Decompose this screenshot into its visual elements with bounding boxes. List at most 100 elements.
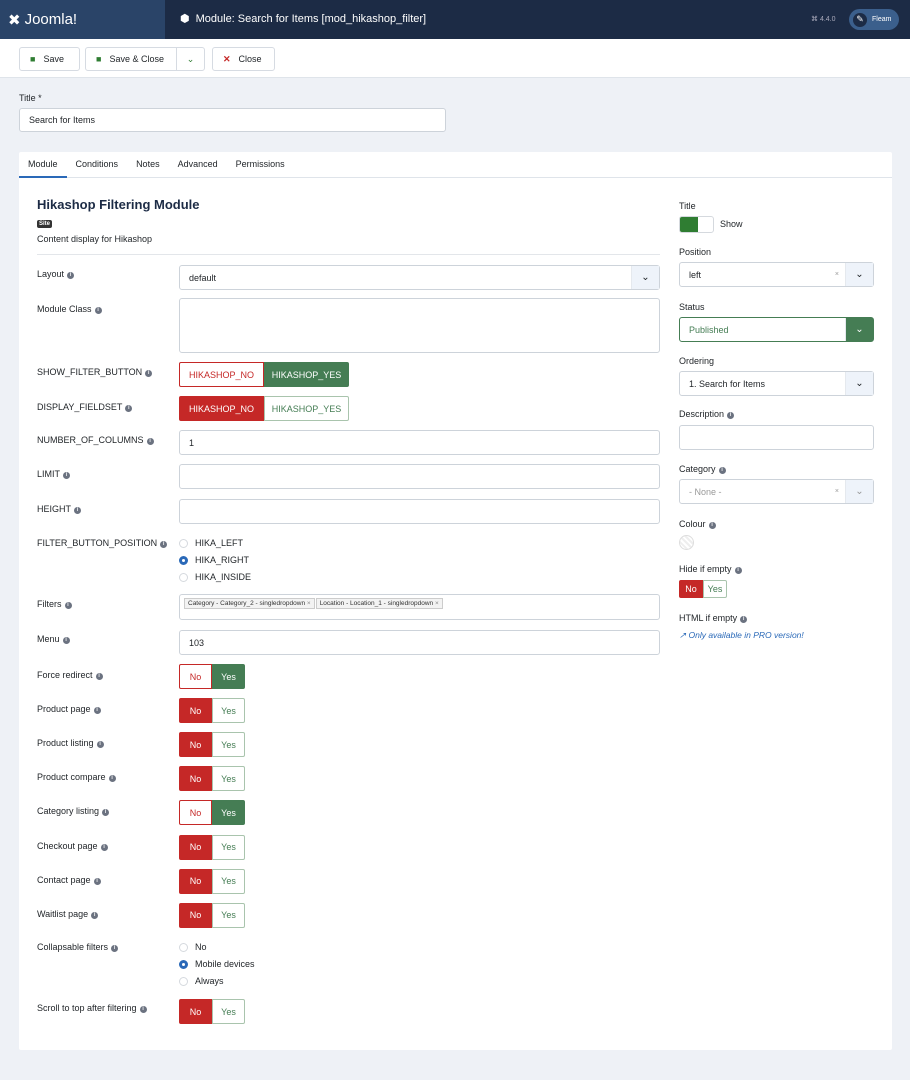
- category-value: - None -: [689, 486, 722, 497]
- height-label-text: HEIGHT: [37, 504, 72, 514]
- ordering-select[interactable]: 1. Search for Items ⌄: [679, 371, 874, 396]
- info-icon[interactable]: i: [63, 472, 71, 479]
- info-icon[interactable]: i: [740, 616, 748, 623]
- joomla-logo[interactable]: ✖ Joomla!: [0, 0, 165, 39]
- info-icon[interactable]: i: [160, 541, 168, 548]
- chevron-down-icon[interactable]: ⌄: [176, 48, 204, 70]
- product-compare-yes-option[interactable]: Yes: [212, 766, 245, 792]
- info-icon[interactable]: i: [91, 911, 99, 919]
- status-select[interactable]: Published ⌄: [679, 317, 874, 342]
- toggle-4-label-text: Category listing: [37, 806, 100, 817]
- collapsable-filters-radio[interactable]: Always: [179, 976, 224, 986]
- filters-multiselect[interactable]: Category - Category_2 - singledropdown ×…: [179, 594, 660, 620]
- info-icon[interactable]: i: [64, 602, 72, 609]
- checkout-page-no-option[interactable]: No: [179, 834, 212, 860]
- clear-icon[interactable]: ×: [835, 488, 839, 495]
- show-filter-button-yes-option[interactable]: HIKASHOP_YES: [264, 362, 349, 387]
- menu-input[interactable]: 103: [179, 630, 660, 655]
- display-fieldset-label-text: DISPLAY_FIELDSET: [37, 402, 123, 412]
- info-icon[interactable]: i: [734, 567, 742, 574]
- category-listing-no-option[interactable]: No: [179, 800, 212, 826]
- filter-button-position-radio[interactable]: HIKA_INSIDE: [179, 572, 251, 582]
- info-icon[interactable]: i: [718, 467, 726, 474]
- position-select[interactable]: left × ⌄: [679, 262, 874, 287]
- info-icon[interactable]: i: [93, 707, 101, 715]
- contact-page-no-option[interactable]: No: [179, 868, 212, 894]
- info-icon[interactable]: i: [708, 522, 716, 529]
- module-class-textarea[interactable]: [179, 298, 660, 353]
- show-title-switch[interactable]: [679, 216, 714, 233]
- force-redirect-no-option[interactable]: No: [179, 664, 212, 689]
- tab-advanced[interactable]: Advanced: [169, 152, 227, 178]
- product-page-yes-option[interactable]: Yes: [212, 698, 245, 724]
- info-icon[interactable]: i: [96, 741, 104, 749]
- save-button[interactable]: ■ Save: [19, 47, 80, 71]
- tab-module[interactable]: Module: [19, 152, 67, 178]
- info-icon[interactable]: i: [94, 307, 102, 314]
- close-button[interactable]: ✕ Close: [212, 47, 275, 71]
- info-icon[interactable]: i: [74, 507, 82, 514]
- tab-permissions[interactable]: Permissions: [227, 152, 294, 178]
- pro-version-link[interactable]: ↗ Only available in PRO version!: [679, 630, 804, 641]
- product-compare-toggle: No Yes: [179, 766, 245, 792]
- remove-icon[interactable]: ×: [435, 600, 439, 607]
- user-menu-button[interactable]: ✎ Fleam: [849, 9, 899, 30]
- hide-if-empty-no-option[interactable]: No: [679, 580, 703, 598]
- product-compare-no-option[interactable]: No: [179, 766, 212, 792]
- info-icon[interactable]: i: [100, 843, 108, 851]
- info-icon[interactable]: i: [93, 877, 101, 885]
- info-icon[interactable]: i: [62, 637, 70, 644]
- contact-page-yes-option[interactable]: Yes: [212, 868, 245, 894]
- limit-input[interactable]: [179, 464, 660, 489]
- info-icon[interactable]: i: [139, 1006, 147, 1013]
- clear-icon[interactable]: ×: [835, 271, 839, 278]
- waitlist-page-yes-option[interactable]: Yes: [212, 902, 245, 928]
- info-icon[interactable]: i: [67, 272, 75, 279]
- checkout-page-yes-option[interactable]: Yes: [212, 834, 245, 860]
- info-icon[interactable]: i: [108, 775, 116, 783]
- chevron-down-icon: ⌄: [845, 263, 873, 286]
- colour-picker[interactable]: [679, 535, 694, 550]
- collapsable-filters-radio[interactable]: Mobile devices: [179, 959, 255, 969]
- filter-button-position-radio[interactable]: HIKA_LEFT: [179, 538, 243, 548]
- info-icon[interactable]: i: [111, 945, 119, 952]
- filter-button-position-label: FILTER_BUTTON_POSITION i: [37, 538, 168, 548]
- info-icon[interactable]: i: [102, 809, 110, 817]
- layout-select[interactable]: default ⌄: [179, 265, 660, 290]
- waitlist-page-no-option[interactable]: No: [179, 902, 212, 928]
- info-icon[interactable]: i: [145, 370, 153, 377]
- tab-conditions[interactable]: Conditions: [67, 152, 128, 178]
- info-icon[interactable]: i: [727, 412, 735, 419]
- waitlist-page-toggle: No Yes: [179, 902, 245, 928]
- category-select[interactable]: - None - × ⌄: [679, 479, 874, 504]
- save-close-button[interactable]: ■ Save & Close ⌄: [85, 47, 205, 71]
- module-class-label-text: Module Class: [37, 304, 92, 314]
- radio-icon: [179, 942, 188, 952]
- force-redirect-yes-option[interactable]: Yes: [212, 664, 245, 689]
- scroll-to-top-no-option[interactable]: No: [179, 999, 212, 1024]
- tab-notes[interactable]: Notes: [127, 152, 169, 178]
- hide-if-empty-yes-option[interactable]: Yes: [703, 580, 727, 598]
- info-icon[interactable]: i: [125, 405, 133, 412]
- remove-icon[interactable]: ×: [307, 600, 311, 607]
- category-listing-yes-option[interactable]: Yes: [212, 800, 245, 826]
- product-listing-no-option[interactable]: No: [179, 732, 212, 758]
- scroll-to-top-yes-option[interactable]: Yes: [212, 999, 245, 1024]
- collapsable-filters-radio[interactable]: No: [179, 942, 207, 952]
- product-listing-yes-option[interactable]: Yes: [212, 732, 245, 758]
- product-page-no-option[interactable]: No: [179, 698, 212, 724]
- show-filter-button-no-option[interactable]: HIKASHOP_NO: [179, 362, 264, 387]
- collapsable-filters-option-label: No: [195, 942, 207, 952]
- display-fieldset-yes-option[interactable]: HIKASHOP_YES: [264, 396, 349, 421]
- height-input[interactable]: [179, 499, 660, 524]
- version-label: ⌘ 4.4.0: [811, 16, 836, 23]
- description-input[interactable]: [679, 425, 874, 450]
- info-icon[interactable]: i: [95, 673, 103, 680]
- filter-button-position-radio[interactable]: HIKA_RIGHT: [179, 555, 249, 565]
- title-input[interactable]: Search for Items: [19, 108, 446, 132]
- radio-icon: [179, 555, 188, 565]
- info-icon[interactable]: i: [146, 438, 154, 445]
- toggle-7-label: Waitlist page i: [37, 909, 99, 919]
- number-of-columns-input[interactable]: 1: [179, 430, 660, 455]
- display-fieldset-no-option[interactable]: HIKASHOP_NO: [179, 396, 264, 421]
